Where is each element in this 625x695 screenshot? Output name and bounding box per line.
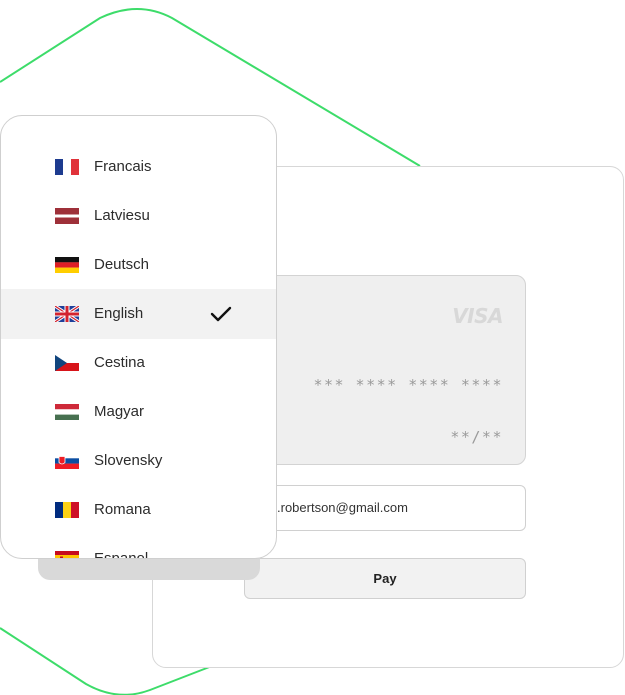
email-field[interactable]: .robertson@gmail.com	[244, 485, 526, 531]
language-label: Slovensky	[94, 452, 163, 469]
card-expiry-mask: **/**	[450, 428, 503, 446]
flag-latvia-icon	[55, 208, 79, 224]
language-option-deutsch[interactable]: Deutsch	[1, 240, 276, 290]
language-label: Latviesu	[94, 207, 150, 224]
language-label: Cestina	[94, 354, 145, 371]
language-option-espanol[interactable]: Espanol	[1, 534, 276, 559]
language-label: Magyar	[94, 403, 145, 420]
flag-czech-icon	[55, 355, 79, 371]
flag-germany-icon	[55, 257, 79, 273]
language-option-latviesu[interactable]: Latviesu	[1, 191, 276, 241]
flag-romania-icon	[55, 502, 79, 518]
language-option-slovensky[interactable]: Slovensky	[1, 436, 276, 486]
language-label: English	[94, 305, 144, 322]
language-option-francais[interactable]: Francais	[1, 142, 276, 192]
language-label: Romana	[94, 501, 151, 518]
language-option-romana[interactable]: Romana	[1, 485, 276, 535]
visa-logo: VISA	[452, 304, 503, 328]
flag-france-icon	[55, 159, 79, 175]
language-option-magyar[interactable]: Magyar	[1, 387, 276, 437]
flag-hungary-icon	[55, 404, 79, 420]
flag-slovakia-icon	[55, 453, 79, 469]
language-label: Deutsch	[94, 256, 150, 273]
pay-button[interactable]: Pay	[244, 558, 526, 599]
language-label: Espanol	[94, 550, 149, 559]
flag-uk-icon	[55, 306, 79, 322]
language-label: Francais	[94, 158, 152, 175]
checkmark-icon	[210, 306, 232, 322]
language-dropdown: Francais Latviesu Deutsch English Cestin…	[0, 115, 277, 559]
language-option-cestina[interactable]: Cestina	[1, 338, 276, 388]
card-number-mask: *** **** **** ****	[313, 376, 503, 394]
flag-spain-icon	[55, 551, 79, 558]
language-option-english[interactable]: English	[1, 289, 276, 339]
